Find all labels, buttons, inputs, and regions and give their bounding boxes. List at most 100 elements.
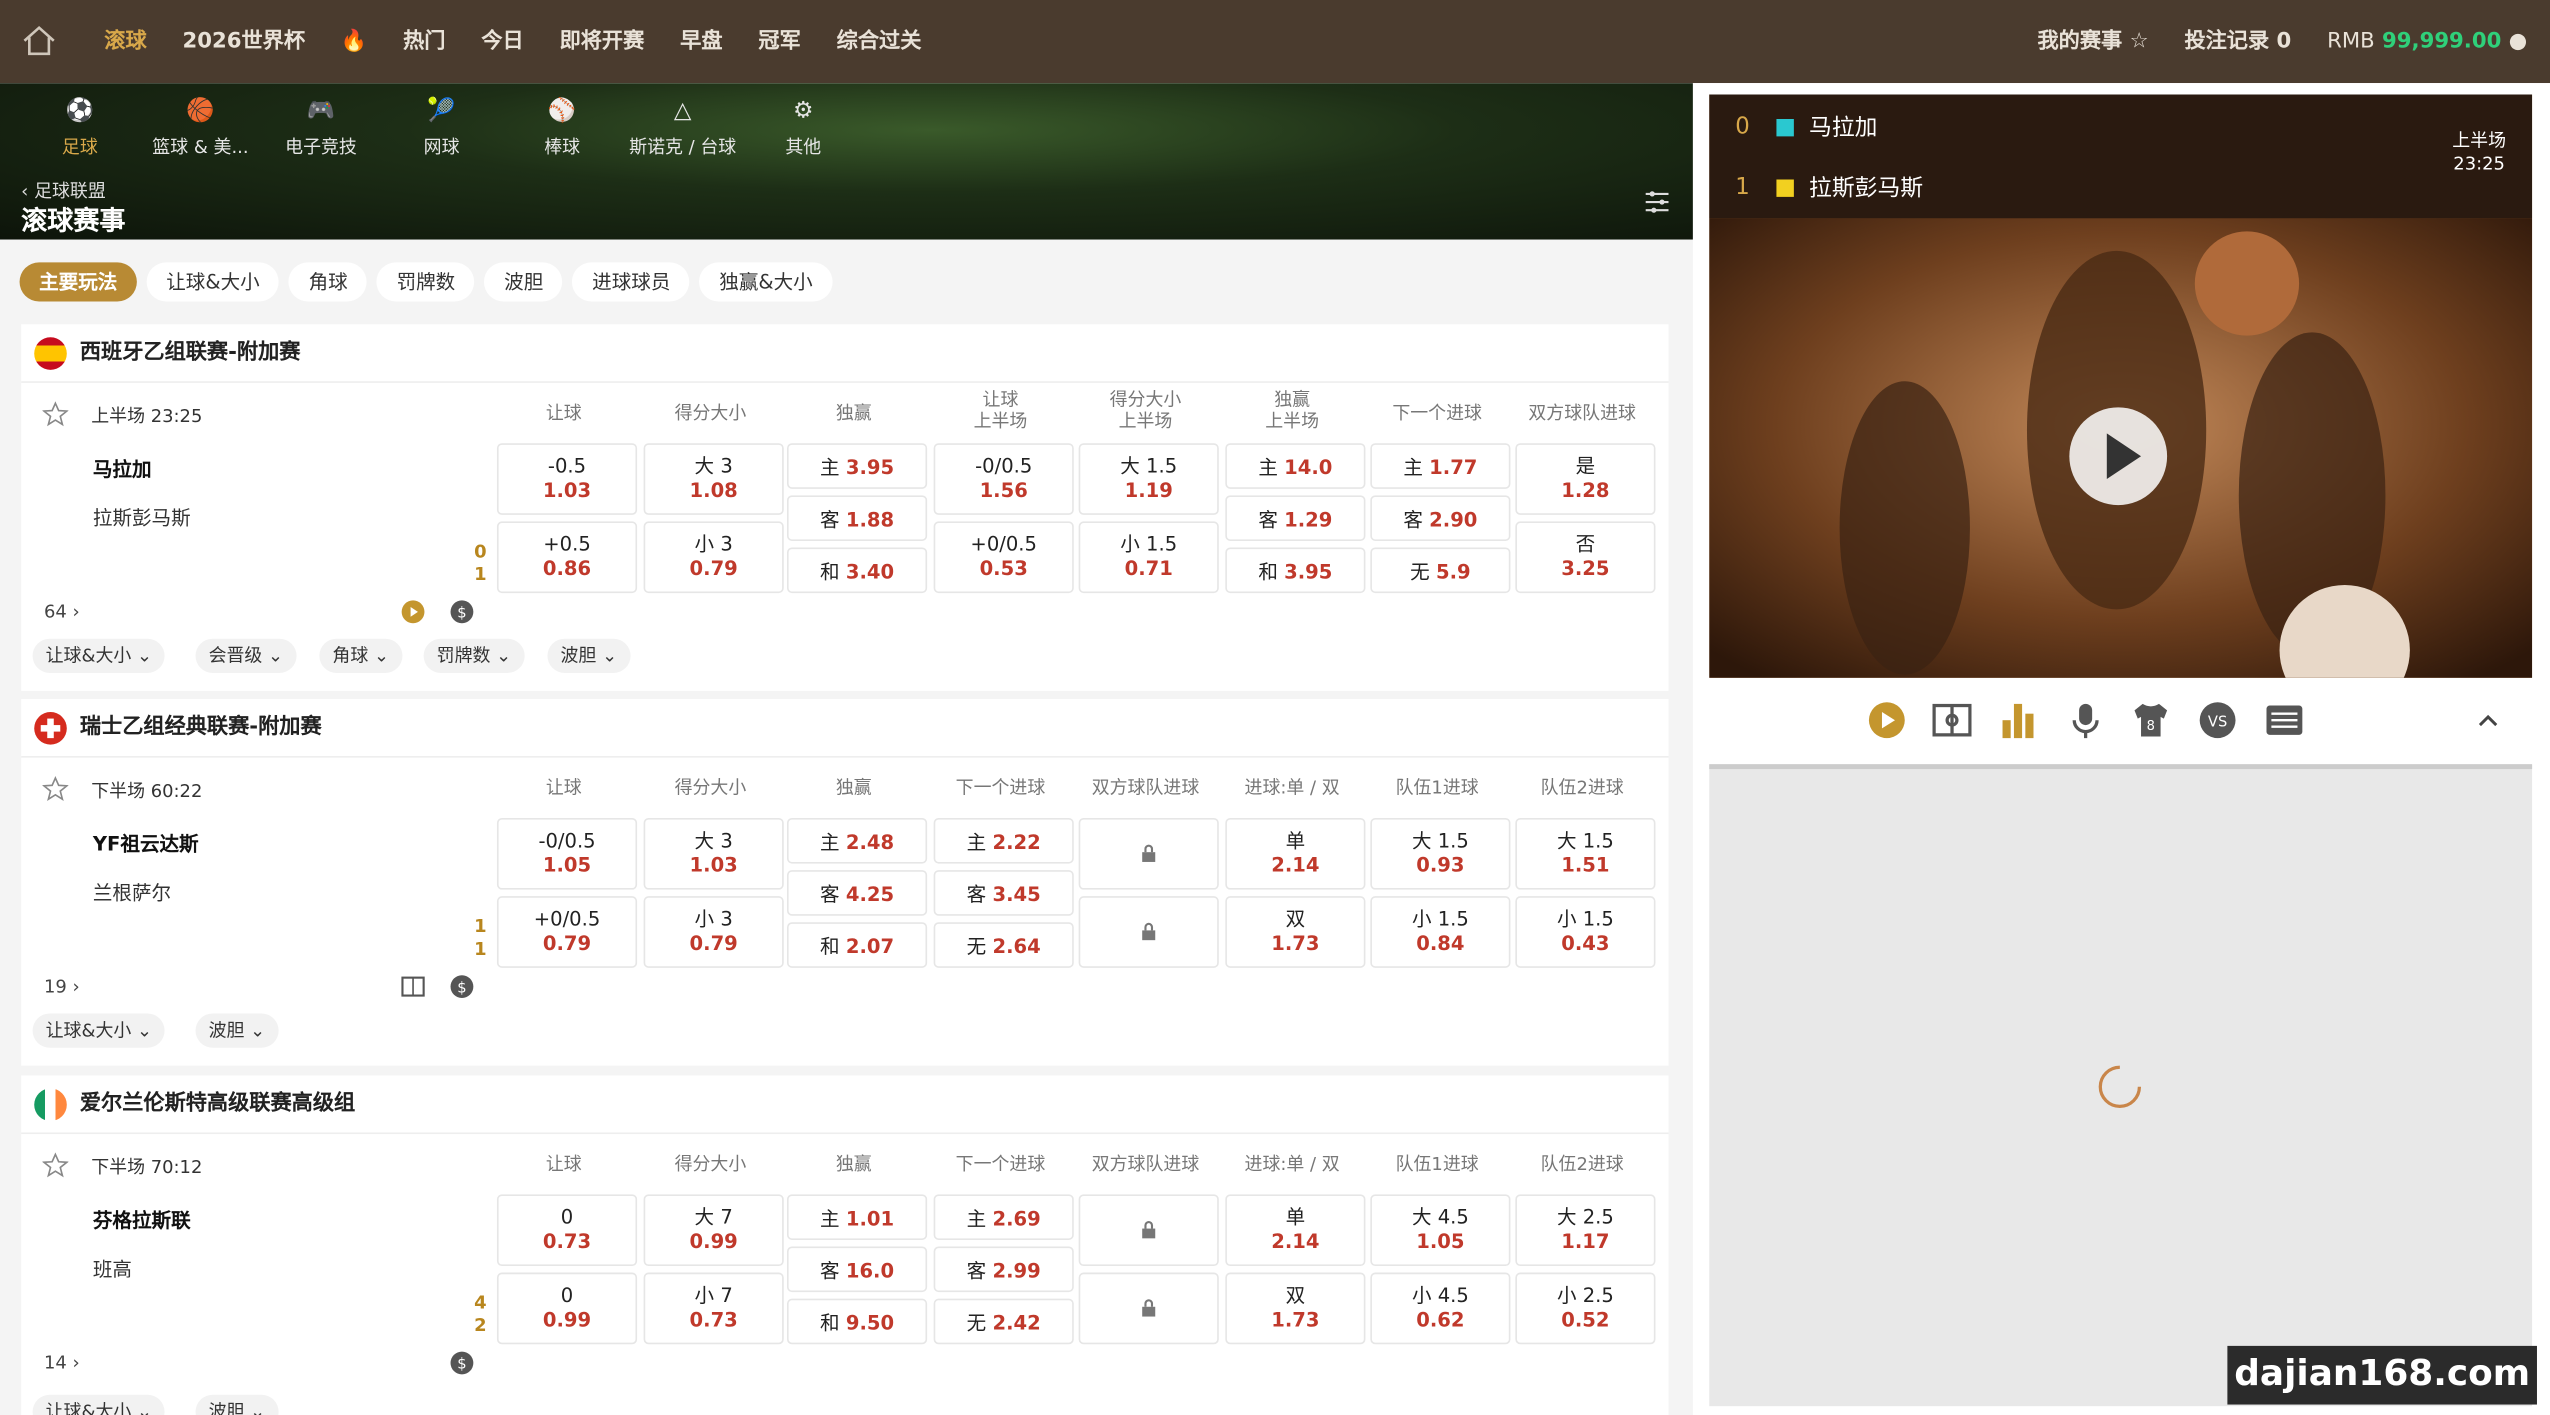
odds-cell-3way[interactable]: 和 3.40: [787, 547, 928, 594]
home-icon[interactable]: [21, 24, 57, 57]
play-button[interactable]: [2066, 404, 2170, 508]
odds-cell-3way[interactable]: 和 2.07: [787, 922, 928, 968]
more-markets-count[interactable]: 64 ›: [44, 601, 80, 622]
odds-cell[interactable]: 0 0.73: [496, 1194, 638, 1267]
lineup-shirt-icon[interactable]: 8: [2131, 701, 2170, 740]
odds-cell[interactable]: +0/0.5 0.79: [496, 896, 638, 968]
league-header[interactable]: 西班牙乙组联赛-附加赛: [21, 324, 1669, 383]
live-stream-icon[interactable]: [401, 600, 425, 624]
market-tab-5[interactable]: 进球球员: [572, 262, 690, 302]
nav-item-0[interactable]: 滚球: [104, 0, 146, 83]
scoreboard-table-icon[interactable]: [2265, 701, 2304, 740]
market-dropdown[interactable]: 让球&大小 ⌄: [32, 1013, 166, 1048]
odds-cell-3way[interactable]: 客 1.29: [1225, 495, 1366, 541]
odds-cell[interactable]: +0/0.5 0.53: [933, 521, 1074, 594]
odds-cell[interactable]: 小 3 0.79: [643, 521, 784, 594]
market-dropdown[interactable]: 波胆 ⌄: [547, 638, 631, 673]
odds-cell[interactable]: 小 1.5 0.43: [1515, 896, 1656, 968]
market-dropdown[interactable]: 让球&大小 ⌄: [32, 638, 166, 673]
market-tab-0[interactable]: 主要玩法: [19, 262, 137, 302]
collapse-chevron-icon[interactable]: [2475, 707, 2501, 733]
market-dropdown[interactable]: 波胆 ⌄: [195, 1013, 279, 1048]
odds-cell-3way[interactable]: 主 2.69: [933, 1194, 1074, 1240]
more-markets-count[interactable]: 14 ›: [44, 1352, 80, 1373]
odds-cell[interactable]: 单 2.14: [1225, 817, 1366, 890]
market-dropdown[interactable]: 会晋级 ⌄: [195, 638, 297, 673]
odds-cell-3way[interactable]: 客 3.45: [933, 870, 1074, 916]
odds-cell[interactable]: -0.5 1.03: [496, 443, 638, 515]
odds-cell[interactable]: 否 3.25: [1515, 521, 1656, 594]
odds-cell[interactable]: [1078, 1272, 1219, 1345]
commentary-mic-icon[interactable]: [2066, 701, 2105, 740]
league-header[interactable]: 瑞士乙组经典联赛-附加赛: [21, 699, 1669, 758]
odds-cell[interactable]: 大 1.5 1.51: [1515, 817, 1656, 890]
sport-tab-2[interactable]: 🎮 电子竞技: [261, 98, 382, 160]
market-dropdown[interactable]: 角球 ⌄: [319, 638, 403, 673]
favorite-star-icon[interactable]: [41, 1152, 69, 1178]
odds-cell[interactable]: 双 1.73: [1225, 1272, 1366, 1345]
market-tab-3[interactable]: 罚牌数: [377, 262, 475, 302]
odds-cell-3way[interactable]: 主 1.77: [1370, 443, 1511, 489]
market-dropdown[interactable]: 罚牌数 ⌄: [423, 638, 525, 673]
sport-tab-6[interactable]: ⚙ 其他: [743, 98, 864, 160]
sport-tab-3[interactable]: 🎾 网球: [381, 98, 502, 160]
sport-tab-1[interactable]: 🏀 篮球 & 美...: [140, 98, 261, 160]
market-tab-4[interactable]: 波胆: [484, 262, 563, 302]
odds-cell[interactable]: 小 3 0.79: [643, 896, 784, 968]
odds-cell[interactable]: 大 1.5 0.93: [1370, 817, 1511, 890]
market-tab-6[interactable]: 独赢&大小: [699, 262, 833, 302]
my-events-link[interactable]: 我的赛事 ☆: [2037, 0, 2148, 83]
nav-item-3[interactable]: 今日: [481, 0, 523, 83]
odds-cell[interactable]: 小 2.5 0.52: [1515, 1272, 1656, 1345]
odds-cell[interactable]: [1078, 817, 1219, 890]
odds-cell-3way[interactable]: 无 5.9: [1370, 547, 1511, 594]
nav-item-2[interactable]: 热门: [403, 0, 445, 83]
market-tab-1[interactable]: 让球&大小: [146, 262, 280, 302]
odds-cell-3way[interactable]: 和 9.50: [787, 1298, 928, 1345]
odds-cell-3way[interactable]: 主 2.22: [933, 817, 1074, 864]
nav-item-1[interactable]: 2026世界杯: [183, 0, 306, 83]
odds-cell-3way[interactable]: 无 2.42: [933, 1298, 1074, 1345]
odds-cell-3way[interactable]: 客 2.90: [1370, 495, 1511, 541]
filter-icon[interactable]: [1644, 191, 1670, 214]
stats-icon[interactable]: [1999, 701, 2038, 740]
market-dropdown[interactable]: 让球&大小 ⌄: [32, 1394, 166, 1415]
odds-cell-3way[interactable]: 客 1.88: [787, 495, 928, 541]
odds-cell[interactable]: [1078, 896, 1219, 968]
odds-cell[interactable]: -0/0.5 1.05: [496, 817, 638, 890]
odds-cell[interactable]: -0/0.5 1.56: [933, 443, 1074, 515]
more-markets-count[interactable]: 19 ›: [44, 976, 80, 997]
odds-cell-3way[interactable]: 主 2.48: [787, 817, 928, 864]
video-player[interactable]: 0 ■ 马拉加 1 ■ 拉斯彭马斯 上半场 23:25: [1709, 94, 2533, 678]
odds-cell[interactable]: [1078, 1194, 1219, 1267]
live-video-icon[interactable]: [1867, 701, 1906, 740]
odds-cell[interactable]: 双 1.73: [1225, 896, 1366, 968]
odds-cell-3way[interactable]: 客 4.25: [787, 870, 928, 916]
odds-cell[interactable]: 大 7 0.99: [643, 1194, 784, 1267]
odds-cell-3way[interactable]: 无 2.64: [933, 922, 1074, 968]
nav-item-6[interactable]: 冠军: [758, 0, 800, 83]
odds-cell[interactable]: 小 7 0.73: [643, 1272, 784, 1345]
cashout-dollar-icon[interactable]: $: [450, 600, 474, 624]
odds-cell-3way[interactable]: 主 14.0: [1225, 443, 1366, 489]
head-to-head-icon[interactable]: VS: [2198, 701, 2237, 740]
nav-item-5[interactable]: 早盘: [680, 0, 722, 83]
league-header[interactable]: 爱尔兰伦斯特高级联赛高级组: [21, 1075, 1669, 1135]
sport-tab-4[interactable]: ⚾ 棒球: [502, 98, 623, 160]
nav-item-4[interactable]: 即将开赛: [560, 0, 645, 83]
odds-cell-3way[interactable]: 客 16.0: [787, 1246, 928, 1293]
odds-cell-3way[interactable]: 客 2.99: [933, 1246, 1074, 1293]
odds-cell[interactable]: 小 4.5 0.62: [1370, 1272, 1511, 1345]
odds-cell-3way[interactable]: 和 3.95: [1225, 547, 1366, 594]
odds-cell[interactable]: +0.5 0.86: [496, 521, 638, 594]
odds-cell[interactable]: 小 1.5 0.71: [1078, 521, 1219, 594]
bet-record-link[interactable]: 投注记录 0: [2184, 0, 2291, 83]
odds-cell[interactable]: 0 0.99: [496, 1272, 638, 1345]
odds-cell[interactable]: 大 3 1.03: [643, 817, 784, 890]
odds-cell[interactable]: 大 3 1.08: [643, 443, 784, 515]
odds-cell[interactable]: 小 1.5 0.84: [1370, 896, 1511, 968]
odds-cell[interactable]: 大 2.5 1.17: [1515, 1194, 1656, 1267]
sport-tab-0[interactable]: ⚽ 足球: [20, 98, 141, 160]
pitch-tracker-icon[interactable]: [1932, 701, 1972, 740]
market-tab-2[interactable]: 角球: [289, 262, 368, 302]
